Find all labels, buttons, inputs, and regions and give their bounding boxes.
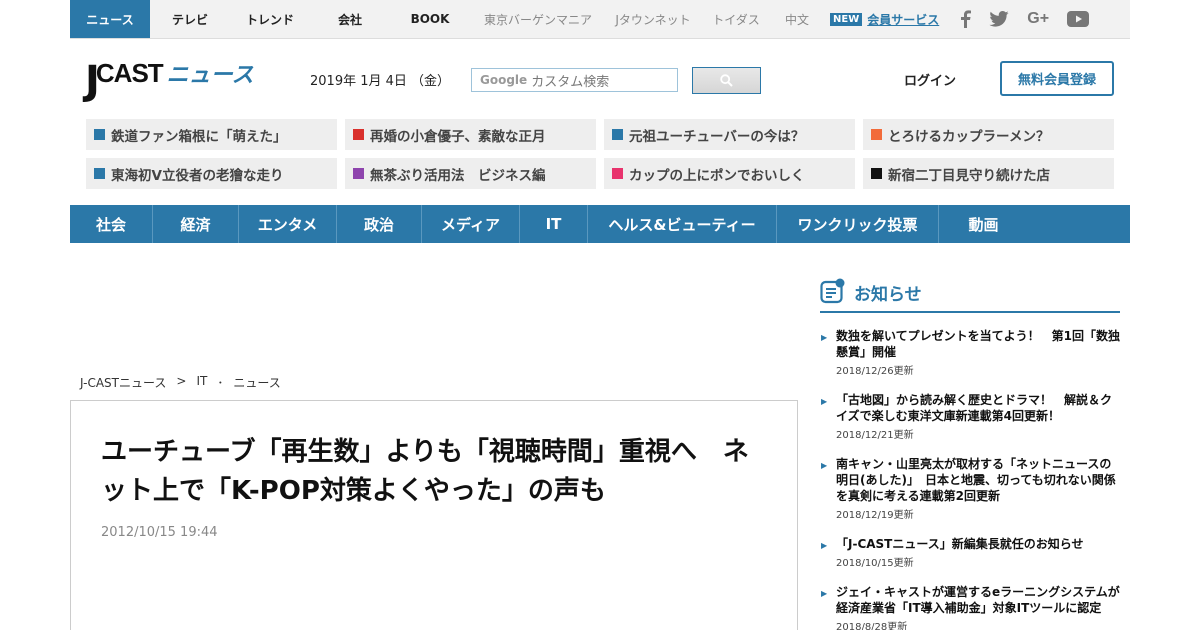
login-link[interactable]: ログイン [904, 70, 956, 89]
breadcrumb-subcategory[interactable]: ニュース [233, 374, 280, 391]
search-input[interactable]: Google カスタム検索 [471, 68, 678, 92]
notice-icon [820, 278, 845, 304]
current-date: 2019年 1月 4日 （金） [310, 74, 451, 89]
top-link-chinese[interactable]: 中文 [772, 0, 822, 38]
top-link-tv[interactable]: テレビ [150, 0, 230, 38]
pickup-label: 再婚の小倉優子、素敵な正月 [370, 128, 546, 145]
notice-item[interactable]: 「古地図」から読み解く歴史とドラマ！ 解説＆クイズで楽しむ東洋文庫新連載第4回更… [820, 392, 1120, 441]
top-bar: ニュース テレビ トレンド 会社 BOOK 東京バーゲンマニア Jタウンネット … [70, 0, 1130, 39]
pickup-marker [612, 168, 623, 179]
social-links: G+ [959, 10, 1107, 28]
notice-date: 2018/12/19更新 [836, 510, 914, 521]
sidebar-notice-header: お知らせ [820, 278, 1120, 313]
pickup-link[interactable]: カップの上にポンでおいしく [604, 158, 855, 189]
site-logo[interactable]: J CAST ニュース [85, 57, 254, 101]
search-icon [720, 74, 733, 87]
notice-date: 2018/12/21更新 [836, 430, 914, 441]
notice-date: 2018/8/28更新 [836, 622, 908, 630]
notice-title: 「J-CASTニュース」新編集長就任のお知らせ [820, 536, 1120, 554]
nav-item[interactable]: ヘルス&ビューティー [588, 205, 777, 243]
breadcrumb-separator: > [176, 374, 187, 388]
top-link-book[interactable]: BOOK [390, 0, 470, 38]
pickup-link[interactable]: 東海初V立役者の老獪な走り [86, 158, 337, 189]
pickup-marker [353, 168, 364, 179]
top-link-trend[interactable]: トレンド [230, 0, 310, 38]
logo-news: ニュース [166, 63, 254, 88]
notice-item[interactable]: 南キャン・山里亮太が取材する「ネットニュースの明日(あした)」 日本と地震、切っ… [820, 456, 1120, 521]
article-headline: ユーチューブ「再生数」よりも「視聴時間」重視へ ネット上で「K-POP対策よくや… [101, 437, 749, 506]
pickup-link[interactable]: 再婚の小倉優子、素敵な正月 [345, 119, 596, 150]
top-link-bargain-mania[interactable]: 東京バーゲンマニア [470, 0, 606, 38]
notice-title: 南キャン・山里亮太が取材する「ネットニュースの明日(あした)」 日本と地震、切っ… [820, 456, 1120, 504]
pickup-marker [94, 168, 105, 179]
notice-item[interactable]: 数独を解いてプレゼントを当てよう！ 第1回「数独懸賞」開催 2018/12/26更… [820, 328, 1120, 377]
youtube-icon[interactable] [1067, 11, 1090, 27]
notice-date: 2018/10/15更新 [836, 558, 914, 569]
pickup-marker [612, 129, 623, 140]
pickup-label: 無茶ぶり活用法 ビジネス編 [370, 167, 546, 184]
top-link-news[interactable]: ニュース [70, 0, 150, 38]
pickup-marker [94, 129, 105, 140]
notice-item[interactable]: 「J-CASTニュース」新編集長就任のお知らせ 2018/10/15更新 [820, 536, 1120, 569]
sidebar-notice-title: お知らせ [854, 285, 922, 305]
breadcrumb-category[interactable]: IT [196, 374, 207, 391]
pickup-label: 東海初V立役者の老獪な走り [111, 167, 284, 184]
pickup-label: 新宿二丁目見守り続けた店 [888, 167, 1050, 184]
pickup-link[interactable]: 元祖ユーチューバーの今は？ [604, 119, 855, 150]
nav-item[interactable]: 政治 [337, 205, 422, 243]
top-link-company[interactable]: 会社 [310, 0, 390, 38]
notice-title: 数独を解いてプレゼントを当てよう！ 第1回「数独懸賞」開催 [820, 328, 1120, 360]
main-nav: 社会 経済 エンタメ 政治 メディア IT ヘルス&ビューティー ワンクリック投票 動画 [70, 205, 1130, 243]
nav-item[interactable]: 動画 [939, 205, 1028, 243]
breadcrumb-dot: ･ [217, 376, 224, 390]
search-button[interactable] [692, 67, 761, 94]
google-brand: Google [480, 73, 528, 87]
pickup-link[interactable]: 無茶ぶり活用法 ビジネス編 [345, 158, 596, 189]
nav-item[interactable]: 社会 [70, 205, 153, 243]
pickup-link[interactable]: とろけるカップラーメン？ [863, 119, 1114, 150]
pickup-marker [353, 129, 364, 140]
pickup-label: カップの上にポンでおいしく [629, 167, 805, 184]
nav-item[interactable]: エンタメ [239, 205, 337, 243]
pickup-marker [871, 168, 882, 179]
top-link-jtown-net[interactable]: Jタウンネット [606, 0, 700, 38]
top-link-toidas[interactable]: トイダス [700, 0, 772, 38]
pickup-label: とろけるカップラーメン？ [888, 128, 1050, 145]
article-date: 2012/10/15 19:44 [101, 525, 218, 540]
breadcrumb-root[interactable]: J-CASTニュース [80, 374, 166, 391]
nav-item[interactable]: 経済 [153, 205, 239, 243]
facebook-icon[interactable] [959, 10, 972, 28]
twitter-icon[interactable] [989, 11, 1009, 27]
notice-title: ジェイ・キャストが運営するeラーニングシステムが経済産業省「IT導入補助金」対象… [820, 584, 1120, 616]
nav-item[interactable]: メディア [422, 205, 520, 243]
google-plus-icon[interactable]: G+ [1027, 10, 1049, 28]
pickup-label: 鉄道ファン箱根に「萌えた」 [111, 128, 287, 145]
breadcrumb: J-CASTニュース > IT ･ ニュース [80, 374, 281, 391]
pickup-link[interactable]: 鉄道ファン箱根に「萌えた」 [86, 119, 337, 150]
nav-item[interactable]: IT [520, 205, 588, 243]
pickup-label: 元祖ユーチューバーの今は？ [629, 128, 805, 145]
article-card: ユーチューブ「再生数」よりも「視聴時間」重視へ ネット上で「K-POP対策よくや… [70, 400, 798, 630]
member-service-label: 会員サービス [867, 12, 940, 27]
search-placeholder: カスタム検索 [531, 74, 610, 90]
pickup-link[interactable]: 新宿二丁目見守り続けた店 [863, 158, 1114, 189]
notice-item[interactable]: ジェイ・キャストが運営するeラーニングシステムが経済産業省「IT導入補助金」対象… [820, 584, 1120, 630]
register-button[interactable]: 無料会員登録 [1000, 61, 1114, 96]
logo-cast: CAST [95, 58, 164, 88]
notice-date: 2018/12/26更新 [836, 366, 914, 377]
new-badge: NEW [830, 12, 863, 26]
member-service-link[interactable]: NEW 会員サービス [830, 0, 939, 38]
nav-item[interactable]: ワンクリック投票 [777, 205, 939, 243]
notice-title: 「古地図」から読み解く歴史とドラマ！ 解説＆クイズで楽しむ東洋文庫新連載第4回更… [820, 392, 1120, 424]
pickup-marker [871, 129, 882, 140]
